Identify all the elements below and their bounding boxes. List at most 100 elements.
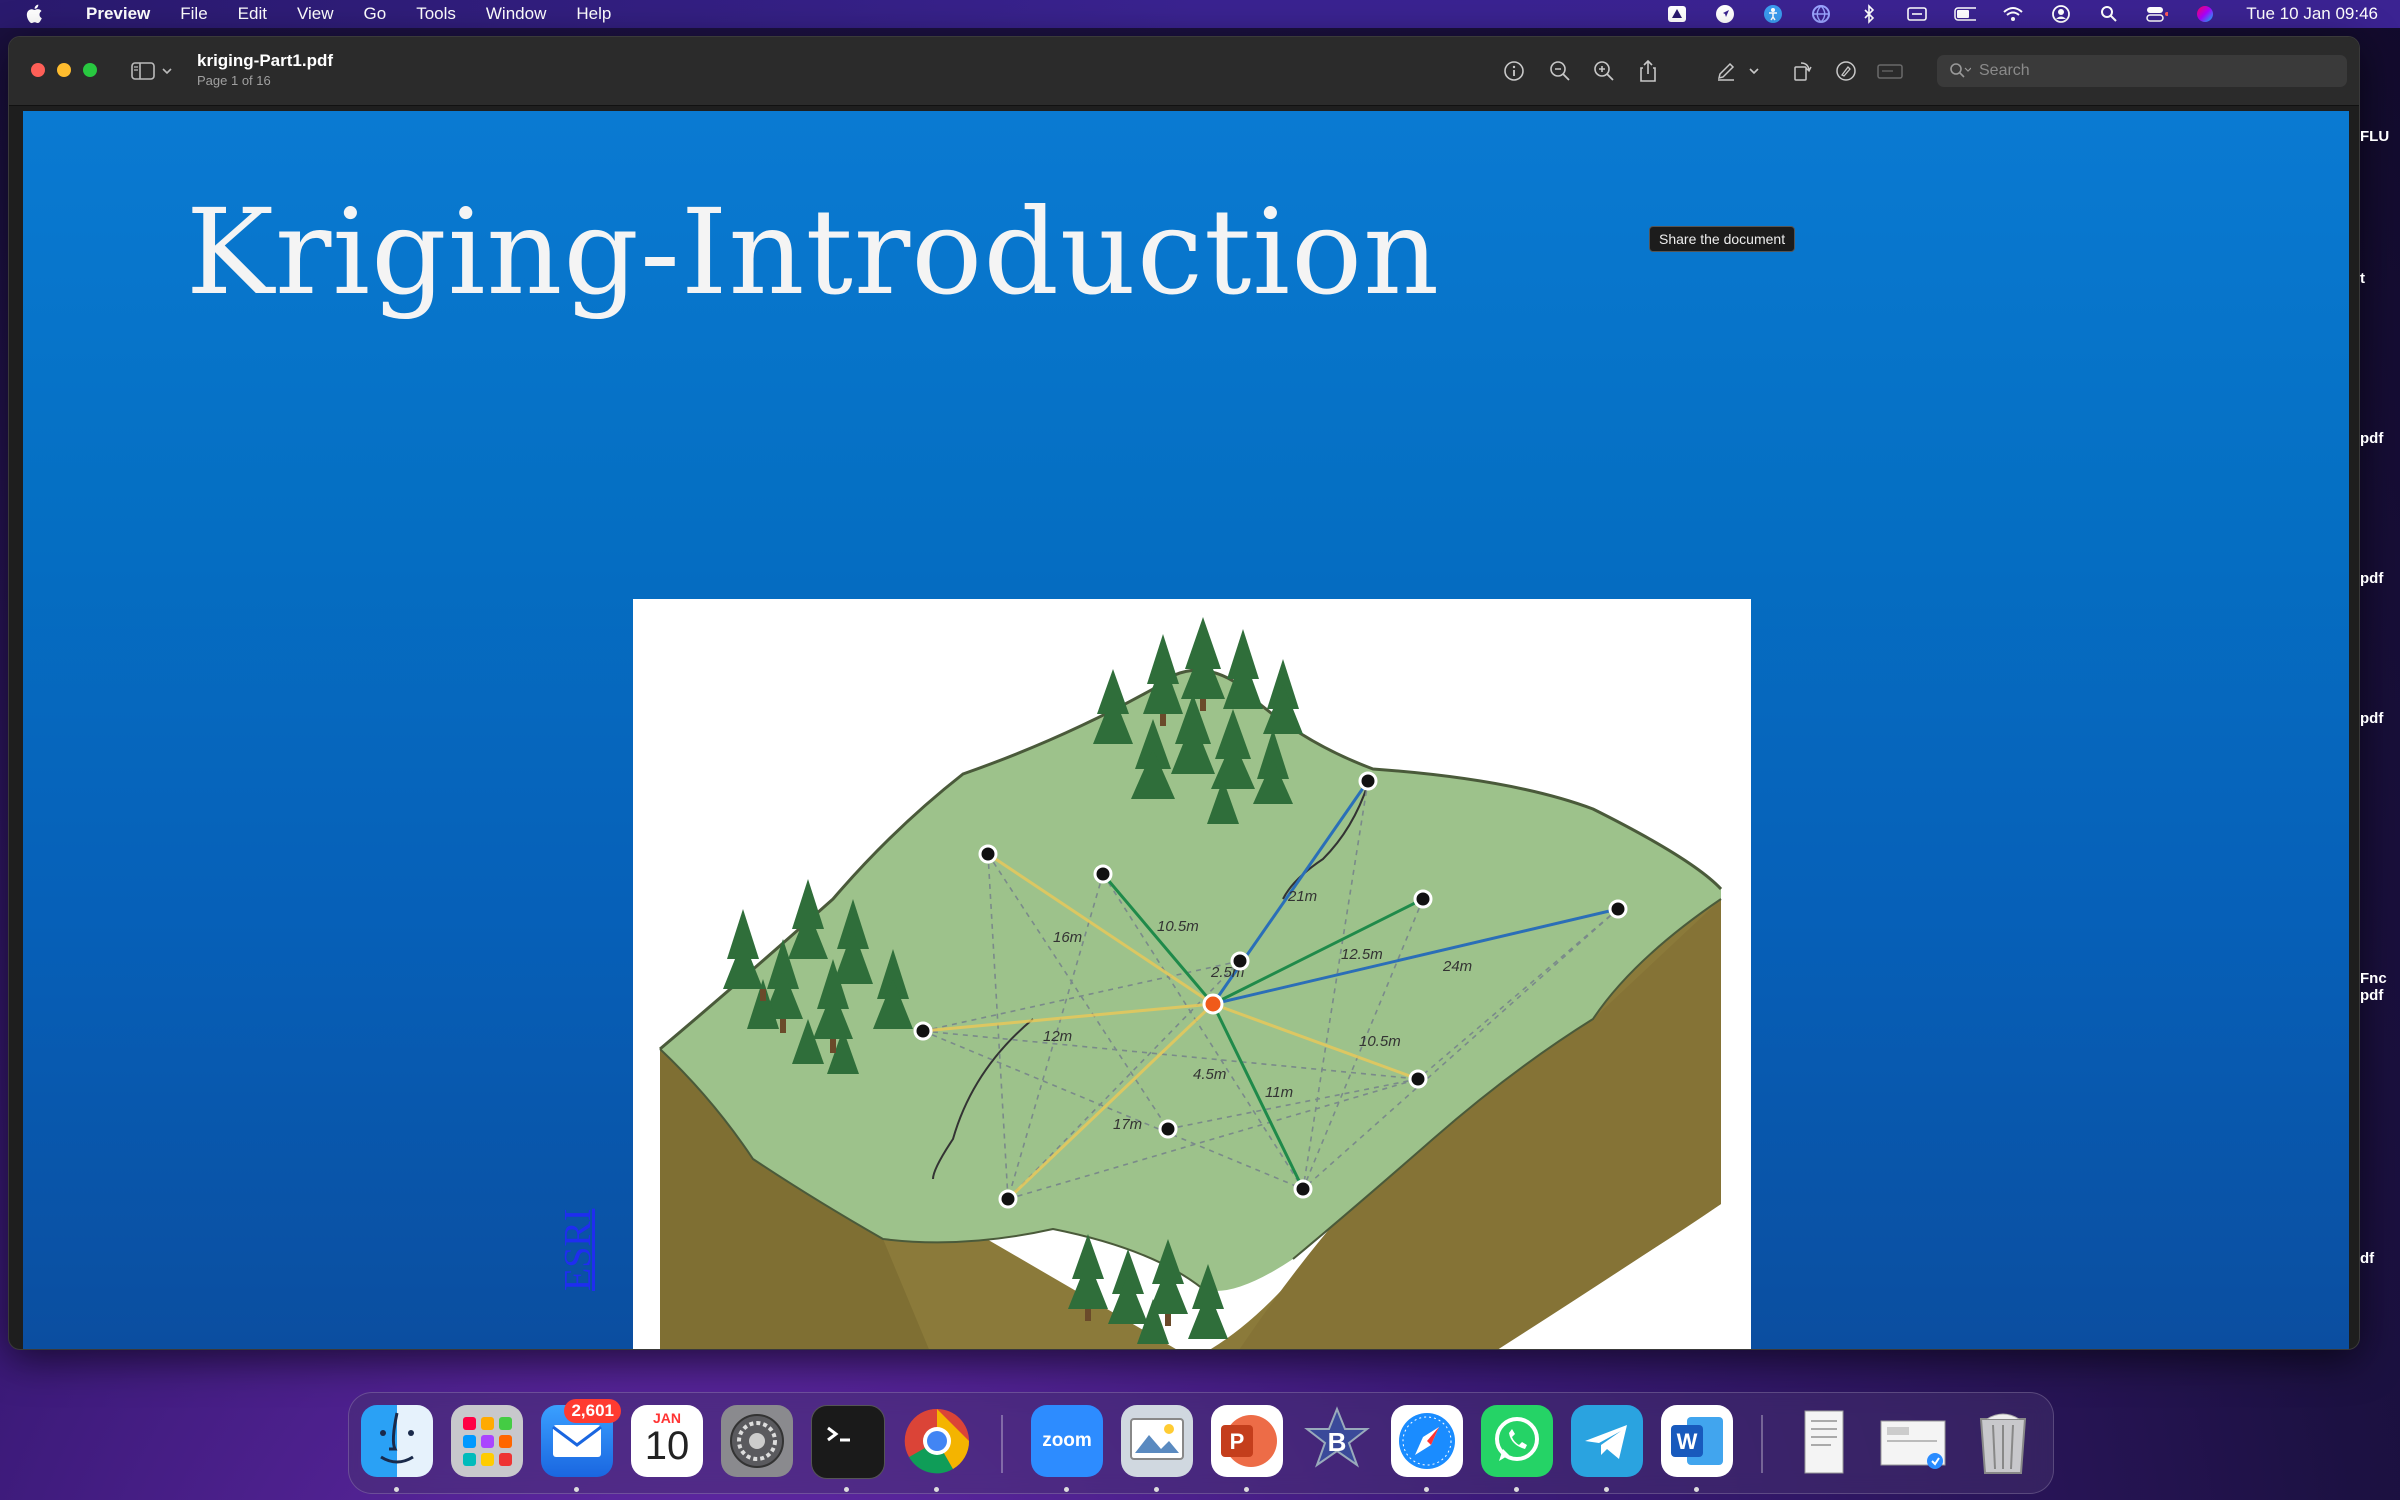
dock-launchpad[interactable] — [451, 1405, 523, 1477]
control-center-icon[interactable] — [2146, 5, 2169, 23]
dock-preview[interactable] — [1121, 1405, 1193, 1477]
search-input[interactable] — [1977, 61, 2341, 81]
info-icon — [1504, 61, 1524, 81]
svg-text:B: B — [1328, 1427, 1347, 1457]
zoom-in-button[interactable] — [1589, 57, 1619, 85]
menu-go[interactable]: Go — [364, 4, 387, 24]
dock-powerpoint[interactable]: P — [1211, 1405, 1283, 1477]
markup-icon — [1836, 61, 1856, 81]
kriging-illustration: 10.5m 21m 16m 2.5m 12.5m 24m 12m 10.5m 4… — [633, 599, 1751, 1349]
form-fill-button[interactable] — [1875, 57, 1905, 85]
preview-window: kriging-Part1.pdf Page 1 of 16 Kriging-I… — [8, 36, 2360, 1350]
rotate-button[interactable] — [1787, 57, 1817, 85]
chevron-down-icon — [1749, 68, 1759, 75]
terrain-diagram: 10.5m 21m 16m 2.5m 12.5m 24m 12m 10.5m 4… — [659, 617, 1723, 1349]
share-button[interactable] — [1633, 57, 1663, 85]
distance-label: 10.5m — [1359, 1033, 1401, 1050]
distance-label: 10.5m — [1157, 918, 1199, 935]
menubar-clock[interactable]: Tue 10 Jan 09:46 — [2246, 4, 2378, 24]
dock-mail[interactable]: 2,601 — [541, 1399, 621, 1477]
window-controls — [31, 63, 97, 77]
search-field[interactable] — [1937, 55, 2347, 87]
gear-icon — [730, 1414, 784, 1468]
prediction-point — [1202, 993, 1224, 1015]
side-file-label: FLU — [2360, 128, 2390, 145]
menu-file[interactable]: File — [180, 4, 207, 24]
menu-view[interactable]: View — [297, 4, 334, 24]
side-file-label: pdf — [2360, 570, 2384, 587]
page-indicator: Page 1 of 16 — [197, 73, 271, 88]
drive-icon[interactable] — [1666, 5, 1688, 23]
document-title[interactable]: kriging-Part1.pdf — [197, 51, 333, 71]
dock-system-settings[interactable] — [721, 1405, 793, 1477]
minimize-window-button[interactable] — [57, 63, 71, 77]
sidebar-toggle-button[interactable] — [131, 57, 181, 85]
esri-credit-link[interactable]: ESRI — [556, 1209, 600, 1291]
menu-tools[interactable]: Tools — [416, 4, 456, 24]
close-window-button[interactable] — [31, 63, 45, 77]
info-button[interactable] — [1499, 57, 1529, 85]
whatsapp-icon — [1495, 1417, 1539, 1461]
menu-help[interactable]: Help — [576, 4, 611, 24]
markup-dropdown-button[interactable] — [1745, 57, 1763, 85]
svg-text:W: W — [1677, 1429, 1698, 1454]
dock-safari[interactable] — [1391, 1405, 1463, 1477]
dock-trash[interactable] — [1967, 1405, 2039, 1477]
terminal-icon — [827, 1426, 850, 1442]
distance-label: 17m — [1113, 1116, 1142, 1133]
dock-calendar[interactable]: JAN 10 — [631, 1405, 703, 1477]
menu-app-name[interactable]: Preview — [86, 4, 150, 24]
zoom-out-icon — [1550, 61, 1570, 81]
accessibility-icon[interactable] — [1762, 5, 1784, 23]
markup-pen-button[interactable] — [1711, 57, 1741, 85]
chevron-down-icon — [162, 68, 172, 75]
toolbar-view-group — [1499, 57, 1663, 85]
apple-menu-icon[interactable] — [24, 4, 44, 24]
dock-whatsapp[interactable] — [1481, 1405, 1553, 1477]
zoom-in-icon — [1594, 61, 1614, 81]
documents-stack-icon — [1804, 1410, 1844, 1474]
navigation-icon[interactable] — [1714, 5, 1736, 23]
dock-telegram[interactable] — [1571, 1405, 1643, 1477]
share-tooltip: Share the document — [1649, 226, 1796, 252]
trash-icon — [1979, 1413, 2027, 1474]
dock-documents-folder[interactable] — [1787, 1405, 1859, 1477]
dock-chrome[interactable] — [901, 1405, 973, 1477]
globe-icon[interactable] — [1810, 5, 1832, 23]
calendar-day: 10 — [644, 1424, 690, 1468]
zoom-window-button[interactable] — [83, 63, 97, 77]
menu-bar: Preview File Edit View Go Tools Window H… — [0, 0, 2400, 28]
menu-window[interactable]: Window — [486, 4, 546, 24]
spotlight-icon[interactable] — [2098, 5, 2120, 23]
side-file-label: t — [2360, 270, 2365, 287]
distance-label: 11m — [1265, 1084, 1293, 1101]
zoom-out-button[interactable] — [1545, 57, 1575, 85]
siri-icon[interactable] — [2194, 5, 2216, 23]
safari-icon — [1399, 1413, 1455, 1469]
search-icon — [1950, 63, 1971, 78]
battery-icon[interactable] — [1954, 5, 1977, 23]
finder-icon — [380, 1412, 414, 1464]
dock-downloads-folder[interactable] — [1877, 1405, 1949, 1477]
wifi-icon[interactable] — [2002, 5, 2024, 23]
display-icon[interactable] — [1906, 5, 1928, 23]
launchpad-icon — [463, 1417, 512, 1466]
dock-finder[interactable] — [361, 1405, 433, 1477]
markup-button[interactable] — [1831, 57, 1861, 85]
word-icon: W — [1671, 1417, 1723, 1465]
slide-title: Kriging-Introduction — [185, 183, 1441, 321]
distance-label: 24m — [1442, 958, 1472, 975]
dock-terminal[interactable] — [811, 1405, 885, 1479]
chrome-icon — [904, 1408, 970, 1474]
menu-edit[interactable]: Edit — [238, 4, 267, 24]
mail-unread-badge: 2,601 — [564, 1399, 621, 1423]
sidebar-icon — [131, 62, 155, 80]
dock-zoom[interactable]: zoom — [1031, 1405, 1103, 1477]
dock-bbedit[interactable]: B — [1301, 1405, 1373, 1477]
dock-word[interactable]: W — [1661, 1405, 1733, 1477]
user-icon[interactable] — [2050, 5, 2072, 23]
side-file-label: pdf — [2360, 430, 2384, 447]
svg-text:P: P — [1230, 1429, 1245, 1454]
pdf-page[interactable]: Kriging-Introduction 10.5m 21m 16m 2.5m … — [23, 111, 2349, 1349]
bluetooth-icon[interactable] — [1858, 4, 1880, 24]
